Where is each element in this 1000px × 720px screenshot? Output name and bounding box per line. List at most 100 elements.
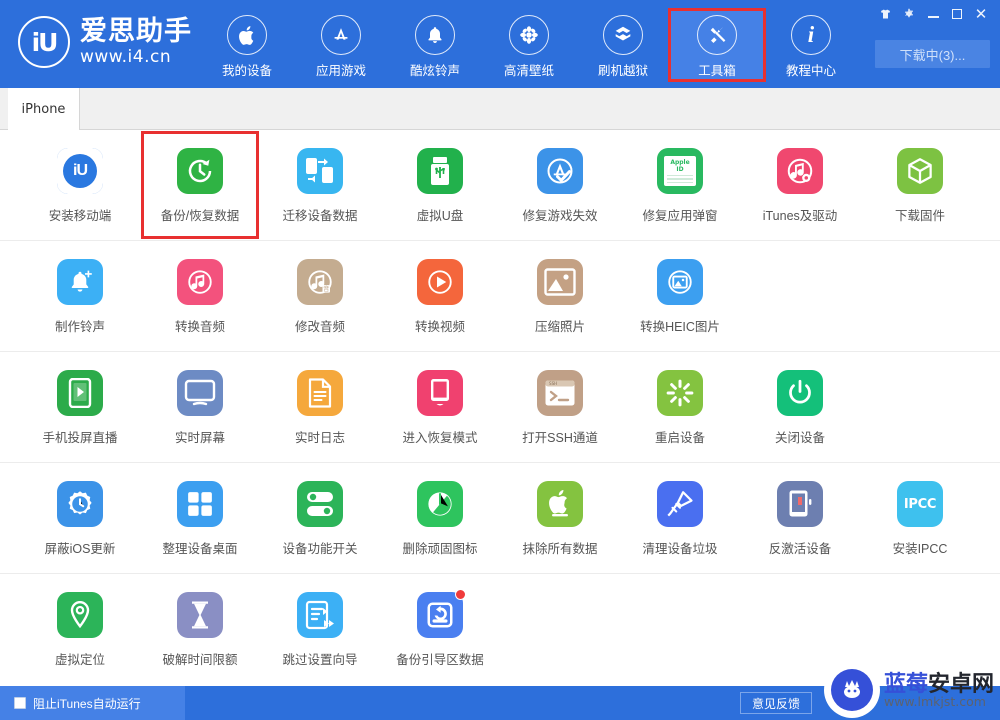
- tool-delete-icon[interactable]: 删除顽固图标: [380, 463, 500, 573]
- erase-all-data-icon: [537, 481, 583, 527]
- toolbox-grid: iU 安装移动端 备份/恢复数据 迁移设备数据 虚拟U盘 修复游戏失效 Apple ID 修复…: [0, 130, 1000, 686]
- tool-block-ios-update[interactable]: 屏蔽iOS更新: [20, 463, 140, 573]
- live-log-icon: [297, 370, 343, 416]
- tool-migrate-data[interactable]: 迁移设备数据: [260, 130, 380, 240]
- tool-convert-heic[interactable]: 转换HEIC图片: [620, 241, 740, 351]
- edit-audio-icon: 音: [297, 259, 343, 305]
- tool-backup-boot-data[interactable]: 备份引导区数据: [380, 574, 500, 684]
- checkbox-icon[interactable]: [14, 697, 26, 709]
- block-ios-update-icon: [57, 481, 103, 527]
- tool-label: 重启设备: [654, 431, 705, 445]
- virtual-location-icon: [57, 592, 103, 638]
- tool-skip-setup[interactable]: 跳过设置向导: [260, 574, 380, 684]
- tool-label: 备份引导区数据: [396, 653, 484, 667]
- tool-feature-toggle[interactable]: 设备功能开关: [260, 463, 380, 573]
- convert-heic-icon: [657, 259, 703, 305]
- tool-install-ipcc[interactable]: IPCC 安装IPCC: [860, 463, 980, 573]
- live-screen-icon: [177, 370, 223, 416]
- feedback-button[interactable]: 意见反馈: [740, 692, 812, 714]
- tool-shutdown-device[interactable]: 关闭设备: [740, 352, 860, 462]
- nav-item-flower[interactable]: 高清壁纸: [482, 10, 576, 80]
- itunes-driver-icon: [777, 148, 823, 194]
- organize-desktop-icon: [177, 481, 223, 527]
- info-icon: i: [791, 15, 831, 55]
- tool-i4-app[interactable]: iU 安装移动端: [20, 130, 140, 240]
- tool-label: 删除顽固图标: [402, 542, 478, 556]
- skin-icon[interactable]: [874, 4, 896, 24]
- backup-boot-data-icon: [417, 589, 466, 638]
- main-nav: 我的设备 应用游戏 酷炫铃声 高清壁纸 刷机越狱 工具箱 i 教程中心: [200, 8, 858, 82]
- tool-usb-drive[interactable]: 虚拟U盘: [380, 130, 500, 240]
- tool-crack-time-limit[interactable]: 破解时间限额: [140, 574, 260, 684]
- block-itunes-toggle[interactable]: 阻止iTunes自动运行: [0, 686, 185, 720]
- tool-edit-audio[interactable]: 音修改音频: [260, 241, 380, 351]
- flower-icon: [509, 15, 549, 55]
- convert-audio-icon: [177, 259, 223, 305]
- tool-reboot-device[interactable]: 重启设备: [620, 352, 740, 462]
- tool-label: 屏蔽iOS更新: [44, 542, 116, 556]
- tool-itunes-driver[interactable]: iTunes及驱动: [740, 130, 860, 240]
- tool-backup-restore[interactable]: 备份/恢复数据: [140, 130, 260, 240]
- settings-icon[interactable]: [898, 4, 920, 24]
- tool-erase-all-data[interactable]: 抹除所有数据: [500, 463, 620, 573]
- tool-label: 安装IPCC: [892, 542, 948, 556]
- screen-cast-icon: [57, 370, 103, 416]
- tool-convert-video[interactable]: 转换视频: [380, 241, 500, 351]
- nav-item-appstore[interactable]: 应用游戏: [294, 10, 388, 80]
- tool-live-screen[interactable]: 实时屏幕: [140, 352, 260, 462]
- nav-item-label: 工具箱: [698, 64, 736, 78]
- install-ipcc-icon: IPCC: [897, 481, 943, 527]
- bell-icon: [415, 15, 455, 55]
- status-bar: 阻止iTunes自动运行 意见反馈: [0, 686, 1000, 720]
- box-open-icon: [603, 15, 643, 55]
- tool-label: iTunes及驱动: [762, 209, 838, 223]
- firmware-download-icon: [897, 148, 943, 194]
- tools-icon: [697, 15, 737, 55]
- tool-screen-cast[interactable]: 手机投屏直播: [20, 352, 140, 462]
- tool-firmware-download[interactable]: 下载固件: [860, 130, 980, 240]
- minimize-icon[interactable]: [922, 4, 944, 24]
- tool-ssh-tunnel[interactable]: SSH 打开SSH通道: [500, 352, 620, 462]
- tool-live-log[interactable]: 实时日志: [260, 352, 380, 462]
- tool-label: 打开SSH通道: [522, 431, 598, 445]
- tool-compress-photo[interactable]: 压缩照片: [500, 241, 620, 351]
- nav-item-bell[interactable]: 酷炫铃声: [388, 10, 482, 80]
- nav-item-info[interactable]: i 教程中心: [764, 10, 858, 80]
- appstore-icon: [321, 15, 361, 55]
- maximize-icon[interactable]: [946, 4, 968, 24]
- tool-fix-game[interactable]: 修复游戏失效: [500, 130, 620, 240]
- apple-icon: [227, 15, 267, 55]
- nav-item-box-open[interactable]: 刷机越狱: [576, 10, 670, 80]
- close-icon[interactable]: ✕: [970, 4, 992, 24]
- tool-label: 破解时间限额: [162, 653, 238, 667]
- ssh-tunnel-icon: SSH: [537, 370, 583, 416]
- nav-item-label: 教程中心: [785, 64, 836, 78]
- tool-label: 实时屏幕: [174, 431, 225, 445]
- tool-row: 虚拟定位 破解时间限额 跳过设置向导 备份引导区数据: [0, 574, 1000, 684]
- nav-item-apple[interactable]: 我的设备: [200, 10, 294, 80]
- tool-apple-id-popup[interactable]: Apple ID 修复应用弹窗: [620, 130, 740, 240]
- tool-make-ringtone[interactable]: 制作铃声: [20, 241, 140, 351]
- fix-game-icon: [537, 148, 583, 194]
- skip-setup-icon: [297, 592, 343, 638]
- tool-label: 手机投屏直播: [42, 431, 118, 445]
- tab-iphone[interactable]: iPhone: [8, 88, 80, 130]
- i4-logo-icon: iU: [18, 16, 70, 68]
- tool-organize-desktop[interactable]: 整理设备桌面: [140, 463, 260, 573]
- tool-recovery-mode[interactable]: 进入恢复模式: [380, 352, 500, 462]
- download-status-button[interactable]: 下载中(3)...: [875, 40, 990, 68]
- apple-id-popup-icon: Apple ID: [657, 148, 703, 194]
- nav-item-tools[interactable]: 工具箱: [668, 8, 766, 82]
- tool-convert-audio[interactable]: 转换音频: [140, 241, 260, 351]
- tool-label: 安装移动端: [48, 209, 112, 223]
- nav-item-label: 高清壁纸: [503, 64, 554, 78]
- shutdown-device-icon: [777, 370, 823, 416]
- window-controls: ✕: [874, 4, 992, 24]
- tool-virtual-location[interactable]: 虚拟定位: [20, 574, 140, 684]
- tool-label: 虚拟定位: [54, 653, 105, 667]
- tool-clean-junk[interactable]: 清理设备垃圾: [620, 463, 740, 573]
- tool-label: 清理设备垃圾: [642, 542, 718, 556]
- nav-item-label: 应用游戏: [315, 64, 366, 78]
- tool-label: 修复应用弹窗: [642, 209, 718, 223]
- tool-deactivate-device[interactable]: 反激活设备: [740, 463, 860, 573]
